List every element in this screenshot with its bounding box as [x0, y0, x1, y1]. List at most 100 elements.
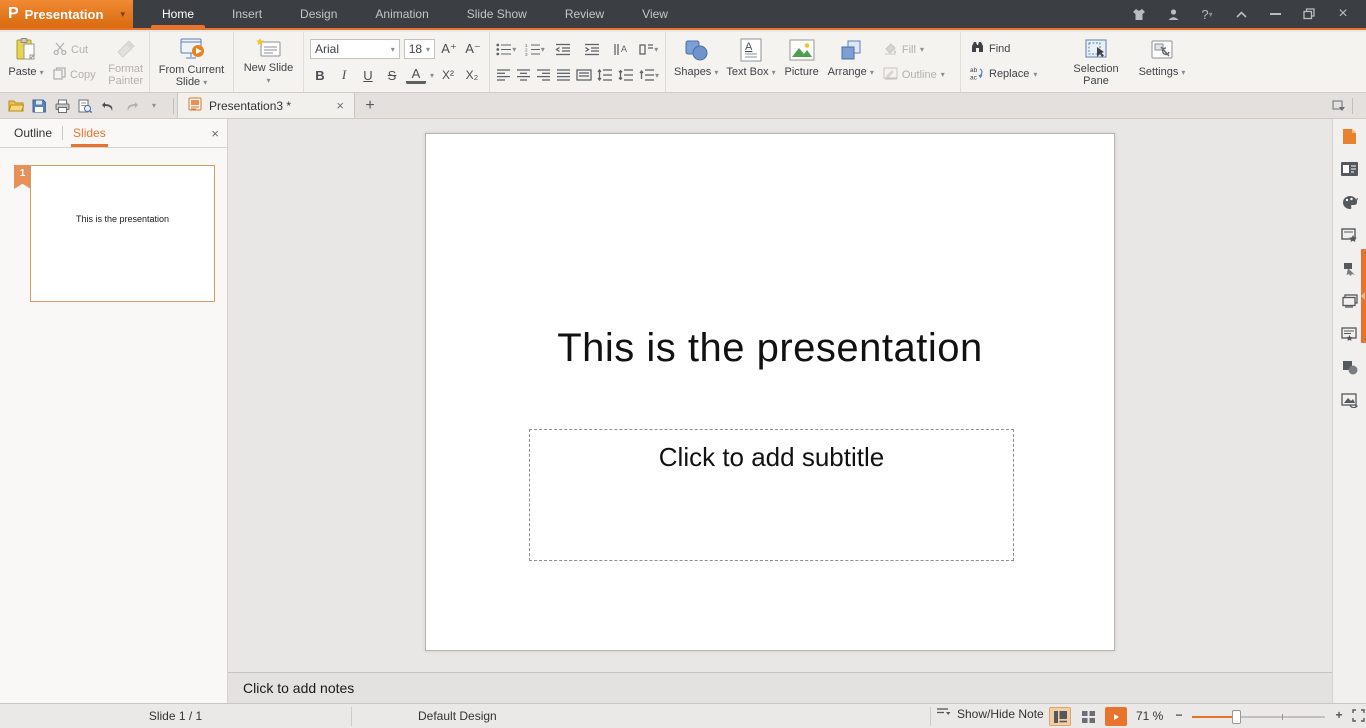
- chevron-down-icon[interactable]: ▾: [430, 71, 434, 80]
- font-color-button[interactable]: A: [406, 67, 426, 84]
- from-current-slide-button[interactable]: From Current Slide ▾: [154, 35, 229, 89]
- document-title: Presentation3 *: [209, 99, 291, 113]
- copy-button: Copy: [50, 65, 99, 85]
- text-align-options-button[interactable]: ▾: [639, 40, 660, 59]
- increase-indent-button[interactable]: [582, 40, 603, 59]
- distribute-text-button[interactable]: [576, 66, 592, 85]
- zoom-slider-handle[interactable]: [1232, 710, 1241, 724]
- decrease-indent-button[interactable]: [553, 40, 574, 59]
- new-slide-icon: [256, 37, 282, 59]
- tab-list-icon[interactable]: [1329, 96, 1349, 116]
- fit-screen-button[interactable]: [1352, 709, 1365, 725]
- tab-insert[interactable]: Insert: [213, 0, 281, 28]
- notes-pane[interactable]: Click to add notes: [228, 672, 1332, 703]
- new-slide-button[interactable]: New Slide ▾: [238, 35, 299, 89]
- new-tab-button[interactable]: +: [355, 93, 385, 118]
- undo-icon[interactable]: [98, 96, 118, 116]
- image-tools-icon[interactable]: [1341, 391, 1359, 409]
- fill-button: Fill▾: [880, 40, 954, 60]
- underline-button[interactable]: U: [358, 66, 378, 85]
- account-icon[interactable]: [1158, 2, 1188, 26]
- font-size-select[interactable]: 18▾: [404, 39, 435, 59]
- strikethrough-button[interactable]: S: [382, 66, 402, 85]
- restore-icon[interactable]: [1294, 2, 1324, 26]
- zoom-slider[interactable]: [1192, 716, 1325, 718]
- tab-view[interactable]: View: [623, 0, 687, 28]
- picture-button[interactable]: Picture: [780, 35, 824, 89]
- open-icon[interactable]: [6, 96, 26, 116]
- task-pane-handle[interactable]: [1361, 249, 1366, 343]
- slide-title[interactable]: This is the presentation: [426, 326, 1114, 371]
- decrease-font-button[interactable]: A⁻: [463, 40, 483, 59]
- show-hide-note-button[interactable]: Show/Hide Note: [936, 707, 1044, 721]
- tab-slide-show[interactable]: Slide Show: [448, 0, 546, 28]
- save-icon[interactable]: [29, 96, 49, 116]
- skin-icon[interactable]: [1124, 2, 1154, 26]
- title-bar: P Presentation ▾ Home Insert Design Anim…: [0, 0, 1366, 30]
- close-tab-icon[interactable]: ×: [336, 98, 344, 113]
- minimize-icon[interactable]: [1260, 2, 1290, 26]
- zoom-in-button[interactable]: +: [1333, 708, 1345, 722]
- tab-home[interactable]: Home: [143, 0, 213, 28]
- slideshow-settings-icon[interactable]: [1341, 325, 1359, 343]
- app-menu-button[interactable]: P Presentation ▾: [0, 0, 133, 28]
- design-palette-icon[interactable]: [1341, 193, 1359, 211]
- settings-button[interactable]: Settings ▾: [1131, 35, 1193, 89]
- font-name-select[interactable]: Arial▾: [310, 39, 400, 59]
- shapes-pane-icon[interactable]: [1341, 358, 1359, 376]
- tab-slides[interactable]: Slides: [67, 119, 112, 147]
- selection-pane-button[interactable]: Selection Pane: [1061, 35, 1131, 89]
- text-box-button[interactable]: A Text Box ▾: [722, 35, 779, 89]
- align-center-button[interactable]: [516, 66, 531, 85]
- print-preview-icon[interactable]: [75, 96, 95, 116]
- increase-line-spacing-button[interactable]: [597, 66, 613, 85]
- slideshow-button[interactable]: [1105, 707, 1127, 726]
- clipboard-group: Paste ▾ Cut Copy Format Painter: [0, 32, 150, 92]
- outline-icon: [883, 67, 898, 83]
- close-panel-icon[interactable]: ×: [211, 126, 219, 141]
- effect-settings-icon[interactable]: [1341, 226, 1359, 244]
- tab-design[interactable]: Design: [281, 0, 356, 28]
- help-icon[interactable]: ?▾: [1192, 2, 1222, 26]
- text-direction-button[interactable]: A: [610, 40, 631, 59]
- justify-button[interactable]: [556, 66, 571, 85]
- slide-sorter-button[interactable]: [1077, 707, 1099, 726]
- undo-redo-dropdown[interactable]: ▾: [144, 96, 164, 116]
- quick-access-toolbar: ▾: [0, 93, 170, 118]
- collapse-ribbon-icon[interactable]: [1226, 2, 1256, 26]
- normal-view-button[interactable]: [1049, 707, 1071, 726]
- decrease-line-spacing-button[interactable]: [618, 66, 634, 85]
- slides-stack-icon[interactable]: [1341, 292, 1359, 310]
- find-button[interactable]: Find: [967, 39, 1059, 59]
- zoom-level: 71 %: [1136, 709, 1163, 723]
- new-file-icon[interactable]: [1341, 127, 1359, 145]
- italic-button[interactable]: I: [334, 66, 354, 85]
- shapes-button[interactable]: Shapes ▾: [670, 35, 722, 89]
- increase-font-button[interactable]: A⁺: [439, 40, 459, 59]
- tab-outline[interactable]: Outline: [8, 119, 58, 147]
- slide-thumbnail[interactable]: This is the presentation: [30, 165, 215, 302]
- print-icon[interactable]: [52, 96, 72, 116]
- settings-icon: [1150, 37, 1174, 63]
- close-icon[interactable]: ×: [1328, 2, 1358, 26]
- superscript-button[interactable]: X²: [438, 66, 458, 85]
- bold-button[interactable]: B: [310, 66, 330, 85]
- tab-animation[interactable]: Animation: [356, 0, 447, 28]
- slide-canvas[interactable]: This is the presentation Click to add su…: [425, 133, 1115, 651]
- zoom-out-button[interactable]: −: [1173, 708, 1185, 722]
- redo-icon[interactable]: [121, 96, 141, 116]
- numbering-button[interactable]: 123▾: [525, 40, 546, 59]
- transition-icon[interactable]: [1341, 259, 1359, 277]
- subtitle-placeholder-box[interactable]: Click to add subtitle: [529, 429, 1014, 561]
- subscript-button[interactable]: X₂: [462, 66, 482, 85]
- bullets-button[interactable]: ▾: [496, 40, 517, 59]
- replace-button[interactable]: abac Replace▾: [967, 64, 1059, 85]
- align-left-button[interactable]: [496, 66, 511, 85]
- align-right-button[interactable]: [536, 66, 551, 85]
- slide-layout-icon[interactable]: [1341, 160, 1359, 178]
- paste-button[interactable]: Paste ▾: [4, 35, 48, 89]
- line-spacing-button[interactable]: ▾: [639, 66, 659, 85]
- document-tab[interactable]: Presentation3 * ×: [177, 93, 355, 118]
- arrange-button[interactable]: Arrange ▾: [824, 35, 878, 89]
- tab-review[interactable]: Review: [546, 0, 623, 28]
